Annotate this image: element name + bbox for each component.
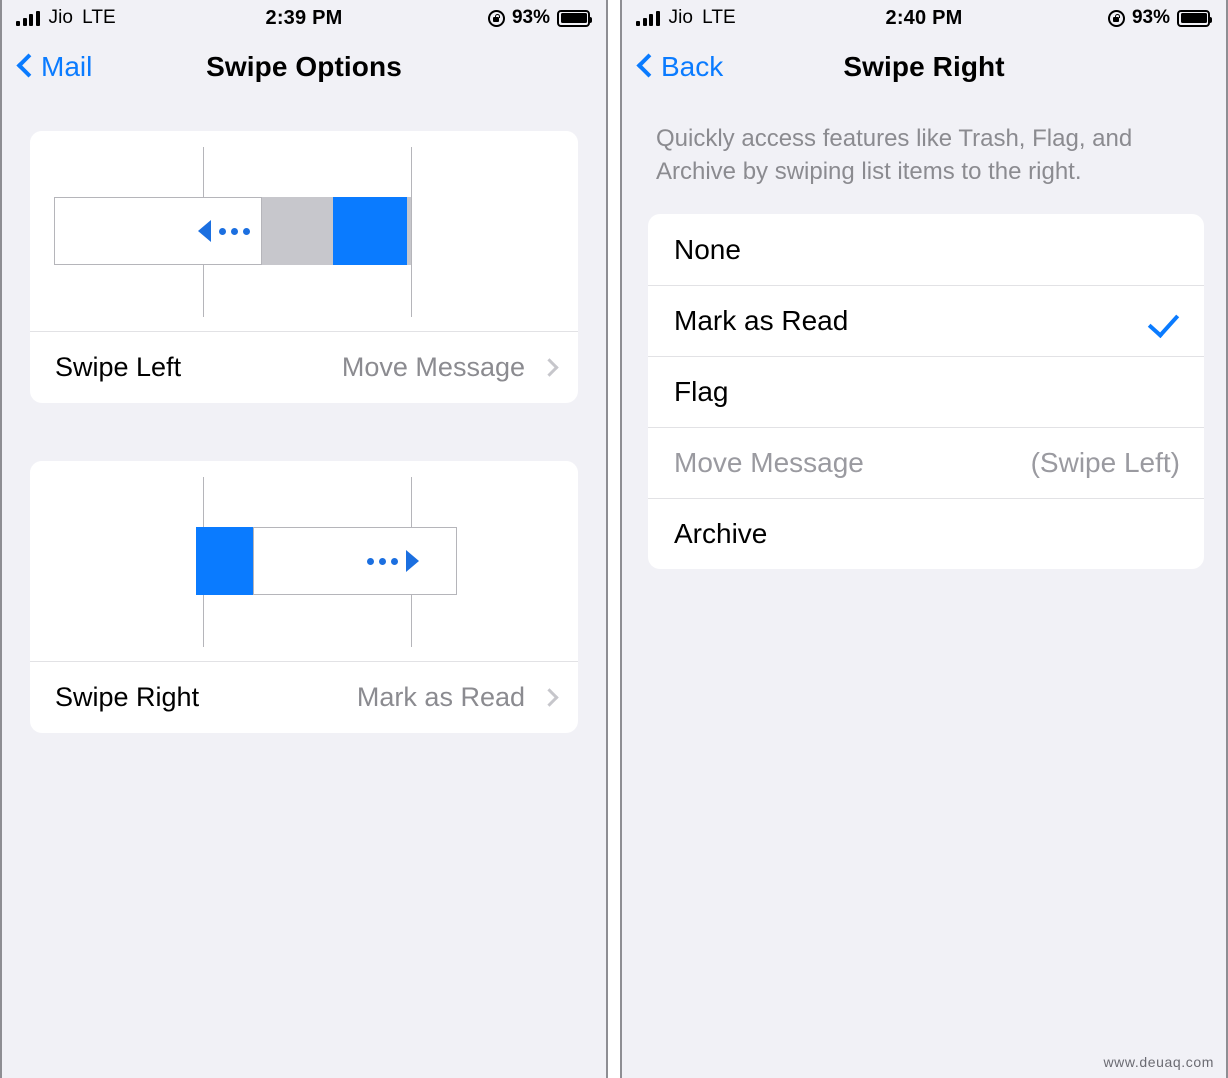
battery-full-icon <box>557 9 592 27</box>
signal-bars-icon <box>16 10 40 26</box>
swipe-right-row[interactable]: Swipe Right Mark as Read <box>30 661 578 733</box>
checkmark-icon <box>1150 306 1180 336</box>
network-type-label: LTE <box>82 7 116 28</box>
status-left-group: Jio LTE <box>16 7 116 29</box>
chevron-left-icon <box>18 54 33 80</box>
option-row-move-message: Move Message (Swipe Left) <box>648 427 1204 498</box>
swipe-left-value: Move Message <box>341 352 525 382</box>
swipe-right-options-list: None Mark as Read Flag Move Message (Swi… <box>648 214 1204 570</box>
right-status-bar: Jio LTE 2:40 PM 93% <box>622 0 1226 36</box>
signal-bars-icon <box>636 10 660 26</box>
swipe-left-arrow-icon <box>198 197 250 265</box>
back-button-label: Back <box>661 51 724 82</box>
back-button-label: Mail <box>41 51 93 82</box>
action-cell-blue <box>333 197 407 265</box>
swipe-right-value: Mark as Read <box>356 682 525 712</box>
right-nav-bar: Back Swipe Right <box>622 36 1226 98</box>
dual-screenshot-container: Jio LTE 2:39 PM 93% Mail Swipe Options S… <box>0 0 1228 1078</box>
option-label: Mark as Read <box>674 305 849 337</box>
chevron-left-icon <box>638 54 653 80</box>
swipe-left-label: Swipe Left <box>55 352 182 382</box>
left-phone-screen: Jio LTE 2:39 PM 93% Mail Swipe Options S… <box>0 0 608 1078</box>
chevron-right-icon <box>540 358 559 377</box>
option-row-flag[interactable]: Flag <box>648 356 1204 427</box>
chevron-right-icon <box>540 688 559 707</box>
option-label: Archive <box>674 518 768 550</box>
carrier-label: Jio <box>48 7 74 28</box>
guide-line-right <box>411 147 412 317</box>
screen-divider <box>608 0 620 1078</box>
option-label: Flag <box>674 376 729 408</box>
swipe-right-arrow-icon <box>367 527 419 595</box>
action-cell-gray-1 <box>262 197 333 265</box>
swipe-right-illustration <box>30 461 578 661</box>
left-nav-bar: Mail Swipe Options <box>2 36 606 98</box>
swipe-left-card: Swipe Left Move Message <box>30 131 578 403</box>
watermark: www.deuaq.com <box>1103 1054 1214 1070</box>
battery-full-icon <box>1177 9 1212 27</box>
option-label: Move Message <box>674 447 864 479</box>
action-cell-blue <box>196 527 253 595</box>
battery-percent-label: 93% <box>1131 7 1170 28</box>
swipe-left-row[interactable]: Swipe Left Move Message <box>30 331 578 403</box>
back-button[interactable]: Back <box>638 51 723 83</box>
swipe-right-card: Swipe Right Mark as Read <box>30 461 578 733</box>
action-cell-gray-2 <box>407 197 411 265</box>
status-right-group: 93% <box>487 7 592 29</box>
description-text: Quickly access features like Trash, Flag… <box>656 125 1133 186</box>
status-right-group: 93% <box>1107 7 1212 29</box>
option-row-mark-as-read[interactable]: Mark as Read <box>648 285 1204 356</box>
battery-percent-label: 93% <box>511 7 550 28</box>
carrier-label: Jio <box>668 7 694 28</box>
swipe-right-label: Swipe Right <box>55 682 200 712</box>
back-button-mail[interactable]: Mail <box>18 51 92 83</box>
rotation-lock-icon <box>487 9 505 27</box>
option-secondary-label: (Swipe Left) <box>1030 447 1180 479</box>
swipe-left-illustration <box>30 131 578 331</box>
left-status-bar: Jio LTE 2:39 PM 93% <box>2 0 606 36</box>
option-row-none[interactable]: None <box>648 214 1204 285</box>
right-phone-screen: Jio LTE 2:40 PM 93% Back Swipe Right Qui… <box>620 0 1228 1078</box>
status-left-group: Jio LTE <box>636 7 736 29</box>
message-cell-white <box>253 527 457 595</box>
option-row-archive[interactable]: Archive <box>648 498 1204 569</box>
rotation-lock-icon <box>1107 9 1125 27</box>
option-label: None <box>674 233 741 265</box>
page-title: Swipe Options <box>206 51 402 82</box>
network-type-label: LTE <box>702 7 736 28</box>
